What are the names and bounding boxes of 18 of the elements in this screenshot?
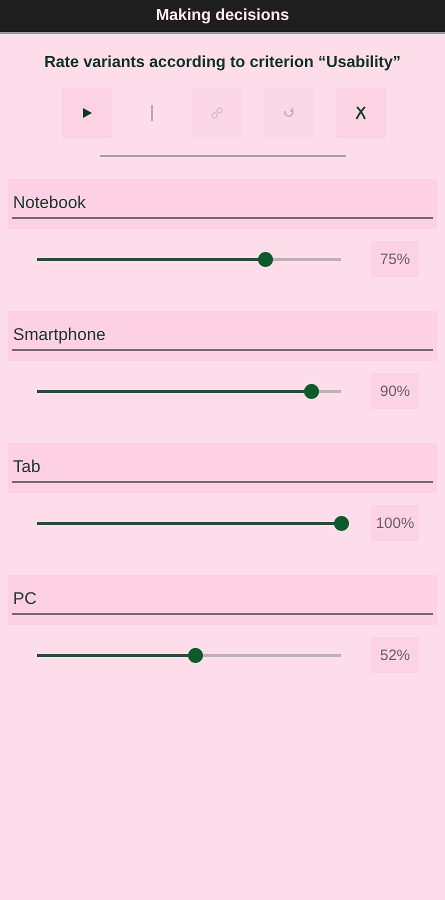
variant-field[interactable]: Tab (8, 443, 437, 493)
window-title: Making decisions (0, 0, 445, 34)
variant-field[interactable]: Smartphone (8, 311, 437, 361)
heading: Rate variants according to criterion “Usability” (43, 54, 402, 72)
close-icon (354, 106, 366, 120)
slider-value: 100% (371, 505, 419, 541)
slider-value: 90% (371, 373, 419, 409)
slider-thumb[interactable] (304, 384, 319, 398)
slider-value: 52% (371, 637, 419, 673)
link-icon (210, 107, 222, 119)
variant-field[interactable]: PC (8, 575, 437, 625)
slider-thumb[interactable] (258, 252, 273, 266)
slider-value: 75% (371, 241, 419, 277)
play-icon (82, 108, 92, 118)
slider-thumb[interactable] (334, 516, 349, 530)
slider-thumb[interactable] (188, 648, 204, 662)
refresh-icon (282, 107, 294, 119)
variant-field[interactable]: Notebook (8, 179, 437, 229)
